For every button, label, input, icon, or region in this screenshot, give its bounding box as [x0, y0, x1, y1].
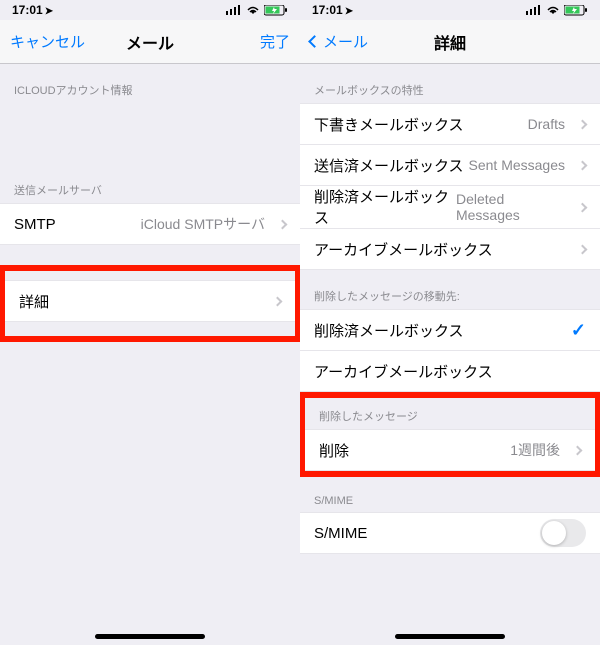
advanced-row[interactable]: 詳細 [5, 280, 295, 322]
deleted-row[interactable]: 削除済メールボックス Deleted Messages [300, 185, 600, 229]
moveto-archive-label: アーカイブメールボックス [314, 361, 493, 382]
deleted-value: Deleted Messages [456, 191, 586, 223]
sent-row[interactable]: 送信済メールボックス Sent Messages [300, 144, 600, 186]
status-bar: 17:01➤ [0, 0, 300, 20]
advanced-label: 詳細 [19, 291, 49, 312]
home-indicator[interactable] [95, 634, 205, 639]
wifi-icon [546, 5, 560, 15]
chevron-right-icon [578, 160, 588, 170]
archive-label: アーカイブメールボックス [314, 239, 493, 260]
status-time: 17:01➤ [12, 3, 53, 17]
status-bar: 17:01➤ [300, 0, 600, 20]
highlight-deleted: 削除したメッセージ 削除 1週間後 [300, 392, 600, 477]
chevron-right-icon [578, 119, 588, 129]
mailbox-section-header: メールボックスの特性 [300, 64, 600, 104]
done-button[interactable]: 完了 [220, 31, 290, 52]
check-icon: ✓ [571, 320, 586, 341]
smime-label: S/MIME [314, 525, 367, 542]
moveto-section-header: 削除したメッセージの移動先: [300, 270, 600, 310]
smtp-label: SMTP [14, 216, 56, 233]
chevron-right-icon [578, 244, 588, 254]
location-icon: ➤ [345, 6, 353, 17]
delete-label: 削除 [319, 440, 349, 461]
status-right [226, 5, 288, 16]
chevron-left-icon [308, 35, 321, 48]
smtp-row[interactable]: SMTP iCloud SMTPサーバ [0, 203, 300, 245]
signal-icon [526, 5, 542, 15]
nav-bar-right: メール 詳細 [300, 20, 600, 64]
sent-value: Sent Messages [469, 157, 587, 173]
signal-icon [226, 5, 242, 15]
drafts-row[interactable]: 下書きメールボックス Drafts [300, 103, 600, 145]
deleted-label: 削除済メールボックス [314, 186, 456, 228]
home-indicator[interactable] [395, 634, 505, 639]
archive-row[interactable]: アーカイブメールボックス [300, 228, 600, 270]
left-phone: 17:01➤ キャンセル メール 完了 ICLOUDアカウント情報 送信メールサ… [0, 0, 300, 645]
cancel-button[interactable]: キャンセル [10, 31, 85, 52]
chevron-right-icon [278, 219, 288, 229]
battery-icon [564, 5, 588, 16]
sent-label: 送信済メールボックス [314, 155, 464, 176]
chevron-right-icon [273, 296, 283, 306]
nav-bar-left: キャンセル メール 完了 [0, 20, 300, 64]
right-phone: 17:01➤ メール 詳細 メールボックスの特性 下書きメールボックス Draf… [300, 0, 600, 645]
smtp-value: iCloud SMTPサーバ [141, 214, 286, 234]
location-icon: ➤ [45, 6, 53, 17]
back-label: メール [323, 31, 368, 52]
battery-icon [264, 5, 288, 16]
status-right [526, 5, 588, 16]
smime-section-header: S/MIME [300, 477, 600, 513]
delete-row[interactable]: 削除 1週間後 [305, 429, 595, 471]
drafts-label: 下書きメールボックス [314, 114, 464, 135]
moveto-archive-row[interactable]: アーカイブメールボックス [300, 350, 600, 392]
smime-switch[interactable] [540, 519, 586, 547]
deleted-section-header: 削除したメッセージ [305, 398, 595, 430]
chevron-right-icon [578, 202, 588, 212]
outgoing-section-header: 送信メールサーバ [0, 164, 300, 204]
back-button[interactable]: メール [310, 31, 380, 52]
moveto-deleted-label: 削除済メールボックス [314, 320, 464, 341]
moveto-deleted-row[interactable]: 削除済メールボックス ✓ [300, 309, 600, 351]
icloud-section-header: ICLOUDアカウント情報 [0, 64, 300, 104]
delete-value: 1週間後 [510, 440, 581, 460]
chevron-right-icon [573, 445, 583, 455]
status-time: 17:01➤ [312, 3, 353, 17]
drafts-value: Drafts [528, 116, 586, 132]
highlight-advanced: 詳細 [0, 265, 300, 342]
wifi-icon [246, 5, 260, 15]
smime-row[interactable]: S/MIME [300, 512, 600, 554]
